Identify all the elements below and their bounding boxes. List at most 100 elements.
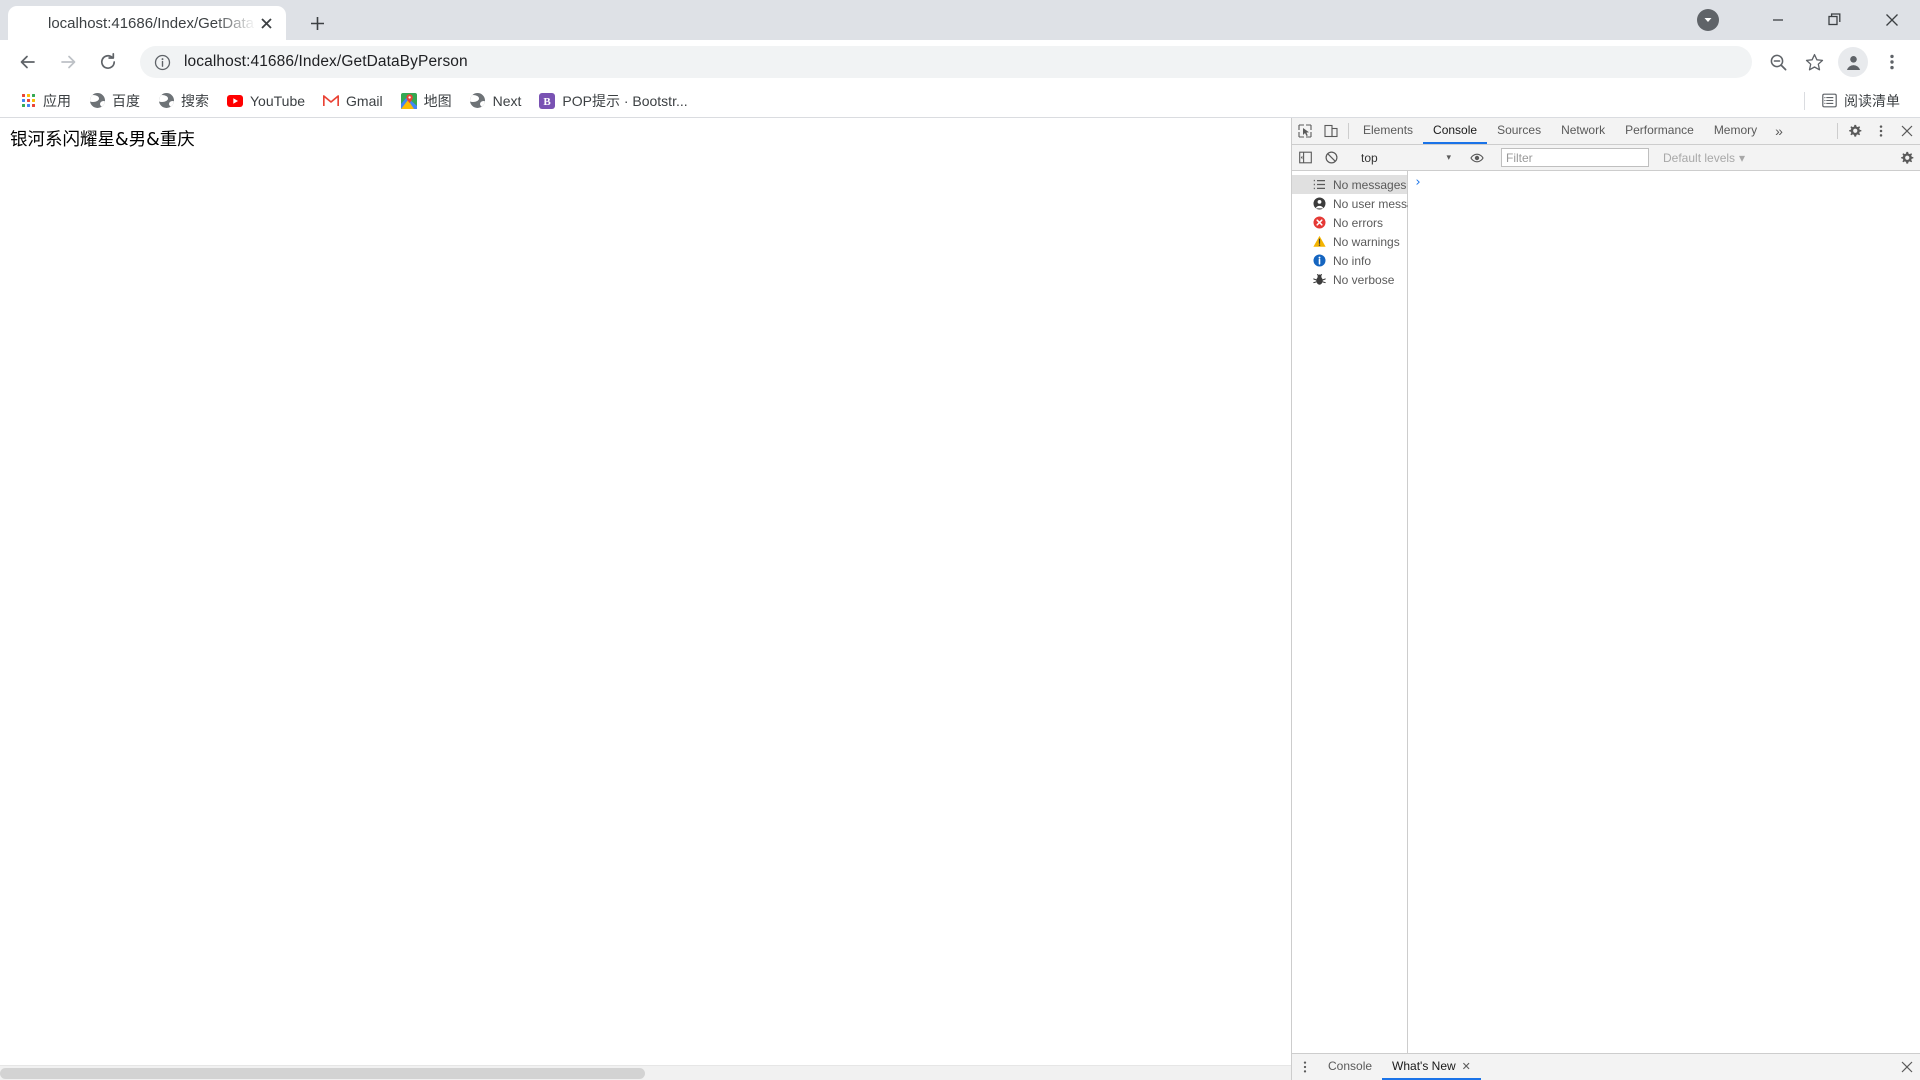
three-dot-menu-icon[interactable]	[1874, 44, 1910, 80]
tab-performance[interactable]: Performance	[1615, 118, 1704, 144]
user-icon	[1312, 197, 1326, 211]
inspect-element-icon[interactable]	[1292, 118, 1318, 144]
log-levels-select[interactable]: Default levels ▾	[1663, 151, 1745, 165]
sidebar-item-label: No errors	[1333, 215, 1384, 230]
maximize-button[interactable]	[1806, 0, 1863, 40]
address-bar[interactable]: localhost:41686/Index/GetDataByPerson	[140, 46, 1752, 78]
forward-button[interactable]	[50, 44, 86, 80]
avatar[interactable]	[1838, 47, 1868, 77]
bookmark-item-baidu[interactable]: 百度	[81, 88, 148, 114]
device-toolbar-icon[interactable]	[1318, 118, 1344, 144]
close-window-button[interactable]	[1863, 0, 1920, 40]
scrollbar-thumb[interactable]	[0, 1068, 645, 1079]
web-page-viewport: 银河系闪耀星&男&重庆	[0, 118, 1291, 1080]
close-icon[interactable]	[1894, 118, 1920, 144]
sidebar-item-errors[interactable]: No errors	[1292, 213, 1407, 232]
drawer-tab-whats-new[interactable]: What's New ✕	[1382, 1054, 1481, 1080]
execution-context-value: top	[1361, 150, 1378, 165]
console-filter-input[interactable]: Filter	[1501, 148, 1649, 167]
bug-icon	[1312, 273, 1326, 287]
star-icon[interactable]	[1796, 44, 1832, 80]
tab-console[interactable]: Console	[1423, 118, 1488, 144]
divider	[1837, 123, 1838, 139]
bookmark-label: 地图	[423, 92, 452, 109]
clear-console-icon[interactable]	[1318, 151, 1344, 164]
reading-list-icon	[1821, 93, 1837, 109]
three-dot-menu-icon[interactable]	[1292, 1054, 1318, 1080]
more-tabs-icon[interactable]: »	[1767, 118, 1791, 144]
sidebar-item-verbose[interactable]: No verbose	[1292, 270, 1407, 289]
download-indicator-icon[interactable]	[1697, 9, 1719, 31]
live-expression-icon[interactable]	[1464, 151, 1490, 165]
bookmark-label: Next	[492, 92, 522, 109]
devtools-toolbar-right	[1833, 118, 1920, 144]
divider	[1804, 91, 1805, 110]
console-sidebar: No messages No user messages No errors N…	[1292, 171, 1433, 1053]
browser-tab[interactable]: localhost:41686/Index/GetData	[8, 6, 286, 40]
console-panel: No messages No user messages No errors N…	[1292, 171, 1920, 1053]
bootstrap-icon: B	[539, 92, 556, 109]
zoom-out-icon[interactable]	[1760, 44, 1796, 80]
list-icon	[1312, 178, 1326, 192]
drawer-tab-label: Console	[1328, 1059, 1373, 1073]
devtools-tab-list: Elements Console Sources Network Perform…	[1353, 118, 1833, 144]
console-settings-gear-icon[interactable]	[1894, 151, 1920, 165]
bookmark-item-apps[interactable]: 应用	[12, 88, 79, 114]
tab-network[interactable]: Network	[1551, 118, 1615, 144]
globe-icon	[158, 93, 174, 109]
reload-button[interactable]	[90, 44, 126, 80]
browser-window: localhost:41686/Index/GetData localhost:…	[0, 0, 1920, 1080]
close-drawer-icon[interactable]	[1894, 1054, 1920, 1080]
new-tab-button[interactable]	[300, 6, 334, 40]
tab-elements[interactable]: Elements	[1353, 118, 1423, 144]
bookmark-label: 搜索	[181, 92, 209, 109]
console-message-area[interactable]: ›	[1408, 171, 1920, 1053]
address-bar-url: localhost:41686/Index/GetDataByPerson	[184, 53, 468, 70]
google-maps-icon	[400, 92, 417, 109]
console-filter-bar: top ▾ Filter Default levels ▾	[1292, 145, 1920, 171]
log-levels-label: Default levels	[1663, 150, 1736, 165]
console-prompt-caret: ›	[1414, 175, 1422, 190]
window-controls	[1697, 0, 1920, 40]
page-horizontal-scrollbar[interactable]	[0, 1065, 1291, 1080]
three-dot-menu-icon[interactable]	[1868, 118, 1894, 144]
sidebar-item-info[interactable]: No info	[1292, 251, 1407, 270]
sidebar-item-messages[interactable]: No messages	[1292, 175, 1407, 194]
reading-list-button[interactable]: 阅读清单	[1813, 88, 1908, 114]
console-input-prompt[interactable]: ›	[1408, 171, 1920, 190]
info-circle-icon[interactable]	[154, 54, 171, 71]
bookmark-item-maps[interactable]: 地图	[393, 88, 460, 114]
warning-icon	[1312, 235, 1326, 249]
youtube-icon	[227, 93, 243, 109]
drawer-spacer	[1481, 1054, 1894, 1080]
bookmark-item-bootstrap[interactable]: B POP提示 · Bootstr...	[531, 88, 695, 114]
console-sidebar-toggle-icon[interactable]	[1292, 151, 1318, 164]
bookmark-item-search[interactable]: 搜索	[150, 88, 217, 114]
bookmark-item-gmail[interactable]: Gmail	[315, 88, 391, 114]
globe-icon	[470, 93, 486, 109]
sidebar-item-user-messages[interactable]: No user messages	[1292, 194, 1433, 213]
sidebar-item-label: No info	[1333, 253, 1372, 268]
close-icon[interactable]	[256, 13, 276, 33]
close-icon[interactable]: ✕	[1462, 1060, 1471, 1073]
bookmark-label: YouTube	[250, 92, 306, 109]
tab-memory[interactable]: Memory	[1704, 118, 1767, 144]
drawer-tab-console[interactable]: Console	[1318, 1054, 1382, 1080]
devtools-panel: Elements Console Sources Network Perform…	[1291, 118, 1920, 1080]
page-text: 银河系闪耀星&男&重庆	[10, 130, 195, 150]
minimize-button[interactable]	[1749, 0, 1806, 40]
tab-sources[interactable]: Sources	[1487, 118, 1551, 144]
tab-title: localhost:41686/Index/GetData	[48, 14, 254, 32]
gear-icon[interactable]	[1842, 118, 1868, 144]
sidebar-item-label: No verbose	[1333, 272, 1395, 287]
bookmark-item-next[interactable]: Next	[462, 88, 530, 114]
sidebar-item-warnings[interactable]: No warnings	[1292, 232, 1407, 251]
back-button[interactable]	[10, 44, 46, 80]
execution-context-select[interactable]: top ▾	[1355, 148, 1455, 167]
bookmark-label: Gmail	[346, 92, 383, 109]
bookmark-label: 应用	[43, 92, 71, 109]
content-row: 银河系闪耀星&男&重庆 Elements Console Sources Net…	[0, 118, 1920, 1080]
bookmark-item-youtube[interactable]: YouTube	[219, 88, 313, 114]
sidebar-item-label: No messages	[1333, 177, 1407, 192]
bookmark-label: POP提示 · Bootstr...	[562, 92, 688, 109]
